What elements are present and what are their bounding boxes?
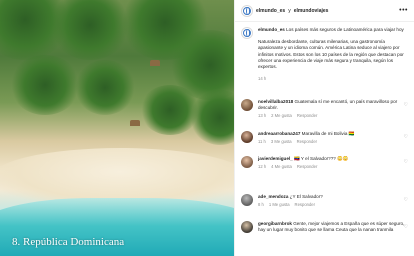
beach-hut	[130, 120, 140, 126]
header-collaborator[interactable]: elmundoviajes	[294, 8, 329, 14]
post-caption: elmundo_es Los países más seguros de Lat…	[235, 27, 414, 81]
reply-button[interactable]: Responder	[297, 164, 318, 169]
heart-icon[interactable]: ♡	[404, 102, 408, 108]
avatar[interactable]	[241, 99, 253, 111]
comment-text: andreaarrobana247 Maravilla de mi Bolivi…	[258, 131, 355, 136]
comment-likes[interactable]: 1 Me gusta	[269, 202, 290, 207]
comment-username[interactable]: noelvillalba2018	[258, 99, 293, 104]
comment: noelvillalba2018 Guatemala sí me encantó…	[235, 99, 414, 118]
caption-body-text: Naturaleza desbordante, culturas milenar…	[258, 39, 404, 70]
comment-time: 13 h	[258, 113, 267, 119]
comment-time: 12 h	[258, 164, 267, 170]
reply-button[interactable]: Responder	[297, 113, 318, 118]
comment-likes[interactable]: 3 Me gusta	[271, 139, 292, 144]
heart-icon[interactable]: ♡	[404, 197, 408, 203]
post-header: elmundo_es y elmundoviajes •••	[235, 0, 414, 22]
caption-time: 14 h	[258, 76, 267, 82]
avatar[interactable]	[241, 27, 253, 39]
comment-text: noelvillalba2018 Guatemala sí me encantó…	[258, 99, 398, 111]
comment: ade_mendoza ¿Y El Salvador? 8 h 1 Me gust…	[235, 194, 414, 207]
comment: andreaarrobana247 Maravilla de mi Bolivi…	[235, 131, 414, 144]
comment-text: georgibarnbrok Gente, mejor viajemos a E…	[258, 221, 405, 233]
globe-logo-icon	[243, 6, 251, 15]
more-options-icon[interactable]: •••	[399, 7, 408, 14]
caption-username[interactable]: elmundo_es	[258, 27, 285, 32]
avatar[interactable]	[241, 194, 253, 206]
palm-tree	[50, 0, 130, 60]
heart-icon[interactable]: ♡	[404, 224, 408, 230]
avatar[interactable]	[241, 131, 253, 143]
palm-tree	[10, 55, 80, 115]
instagram-post: 8. República Dominicana elmundo_es y elm…	[0, 0, 414, 256]
post-photo[interactable]: 8. República Dominicana	[0, 0, 234, 256]
avatar[interactable]	[241, 4, 253, 17]
beach-hut	[150, 60, 160, 66]
comment-username[interactable]: ade_mendoza	[258, 194, 288, 199]
reply-button[interactable]: Responder	[297, 139, 318, 144]
avatar[interactable]	[241, 156, 253, 168]
heart-icon[interactable]: ♡	[404, 159, 408, 165]
comment-time: 11 h	[258, 139, 266, 145]
palm-tree	[190, 90, 234, 145]
comment-text: javierdemiguel_ 🇻🇪 Y el Salvador??? 😳😳	[258, 156, 349, 161]
avatar[interactable]	[241, 221, 253, 233]
comment-text: ade_mendoza ¿Y El Salvador?	[258, 194, 323, 199]
comment: javierdemiguel_ 🇻🇪 Y el Salvador??? 😳😳 1…	[235, 156, 414, 169]
comment-time: 8 h	[258, 202, 264, 208]
photo-caption: 8. República Dominicana	[12, 236, 125, 248]
heart-icon[interactable]: ♡	[404, 134, 408, 140]
header-separator: y	[288, 7, 291, 14]
palm-tree	[75, 60, 135, 115]
reply-button[interactable]: Responder	[295, 202, 316, 207]
comments-panel: elmundo_es y elmundoviajes ••• elmundo_e…	[234, 0, 414, 256]
comment-username[interactable]: javierdemiguel_	[258, 156, 293, 161]
comment-likes[interactable]: 4 Me gusta	[271, 164, 292, 169]
comment-likes[interactable]: 2 Me gusta	[271, 113, 292, 118]
comment: georgibarnbrok Gente, mejor viajemos a E…	[235, 221, 414, 233]
header-username[interactable]: elmundo_es	[256, 8, 285, 14]
comment-username[interactable]: georgibarnbrok	[258, 221, 292, 226]
comment-username[interactable]: andreaarrobana247	[258, 131, 300, 136]
caption-intro-text: elmundo_es Los países más seguros de Lat…	[258, 27, 404, 32]
globe-logo-icon	[243, 29, 251, 37]
